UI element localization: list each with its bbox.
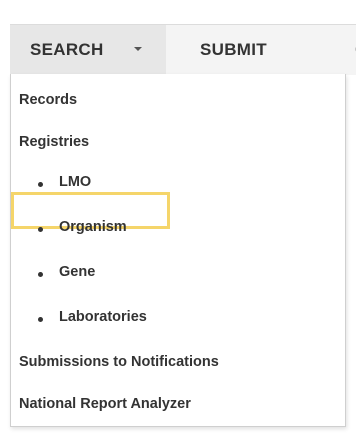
bullet-icon <box>38 272 43 277</box>
bullet-icon <box>38 182 43 187</box>
menu-item-registries[interactable]: Registries <box>19 134 89 150</box>
bullet-icon <box>38 317 43 322</box>
menu-item-laboratories[interactable]: Laboratories <box>59 309 147 325</box>
menu-item-records[interactable]: Records <box>19 92 77 108</box>
menu-item-submissions-to-notifications[interactable]: Submissions to Notifications <box>19 354 219 370</box>
search-menu-button[interactable]: SEARCH <box>10 25 166 75</box>
page: SEARCH SUBMIT C Records Registries LMO O… <box>0 0 356 433</box>
submit-menu-button[interactable]: SUBMIT <box>200 25 267 75</box>
menu-item-lmo[interactable]: LMO <box>59 174 91 190</box>
search-menu-label: SEARCH <box>30 40 104 59</box>
search-dropdown-menu: Records Registries LMO Organism Gene Lab… <box>10 74 346 427</box>
top-navigation-bar: SEARCH SUBMIT C <box>10 24 356 75</box>
menu-item-national-report-analyzer[interactable]: National Report Analyzer <box>19 396 191 412</box>
menu-item-gene[interactable]: Gene <box>59 264 95 280</box>
bullet-icon <box>38 227 43 232</box>
menu-item-organism[interactable]: Organism <box>59 219 127 235</box>
caret-down-icon <box>134 47 142 51</box>
